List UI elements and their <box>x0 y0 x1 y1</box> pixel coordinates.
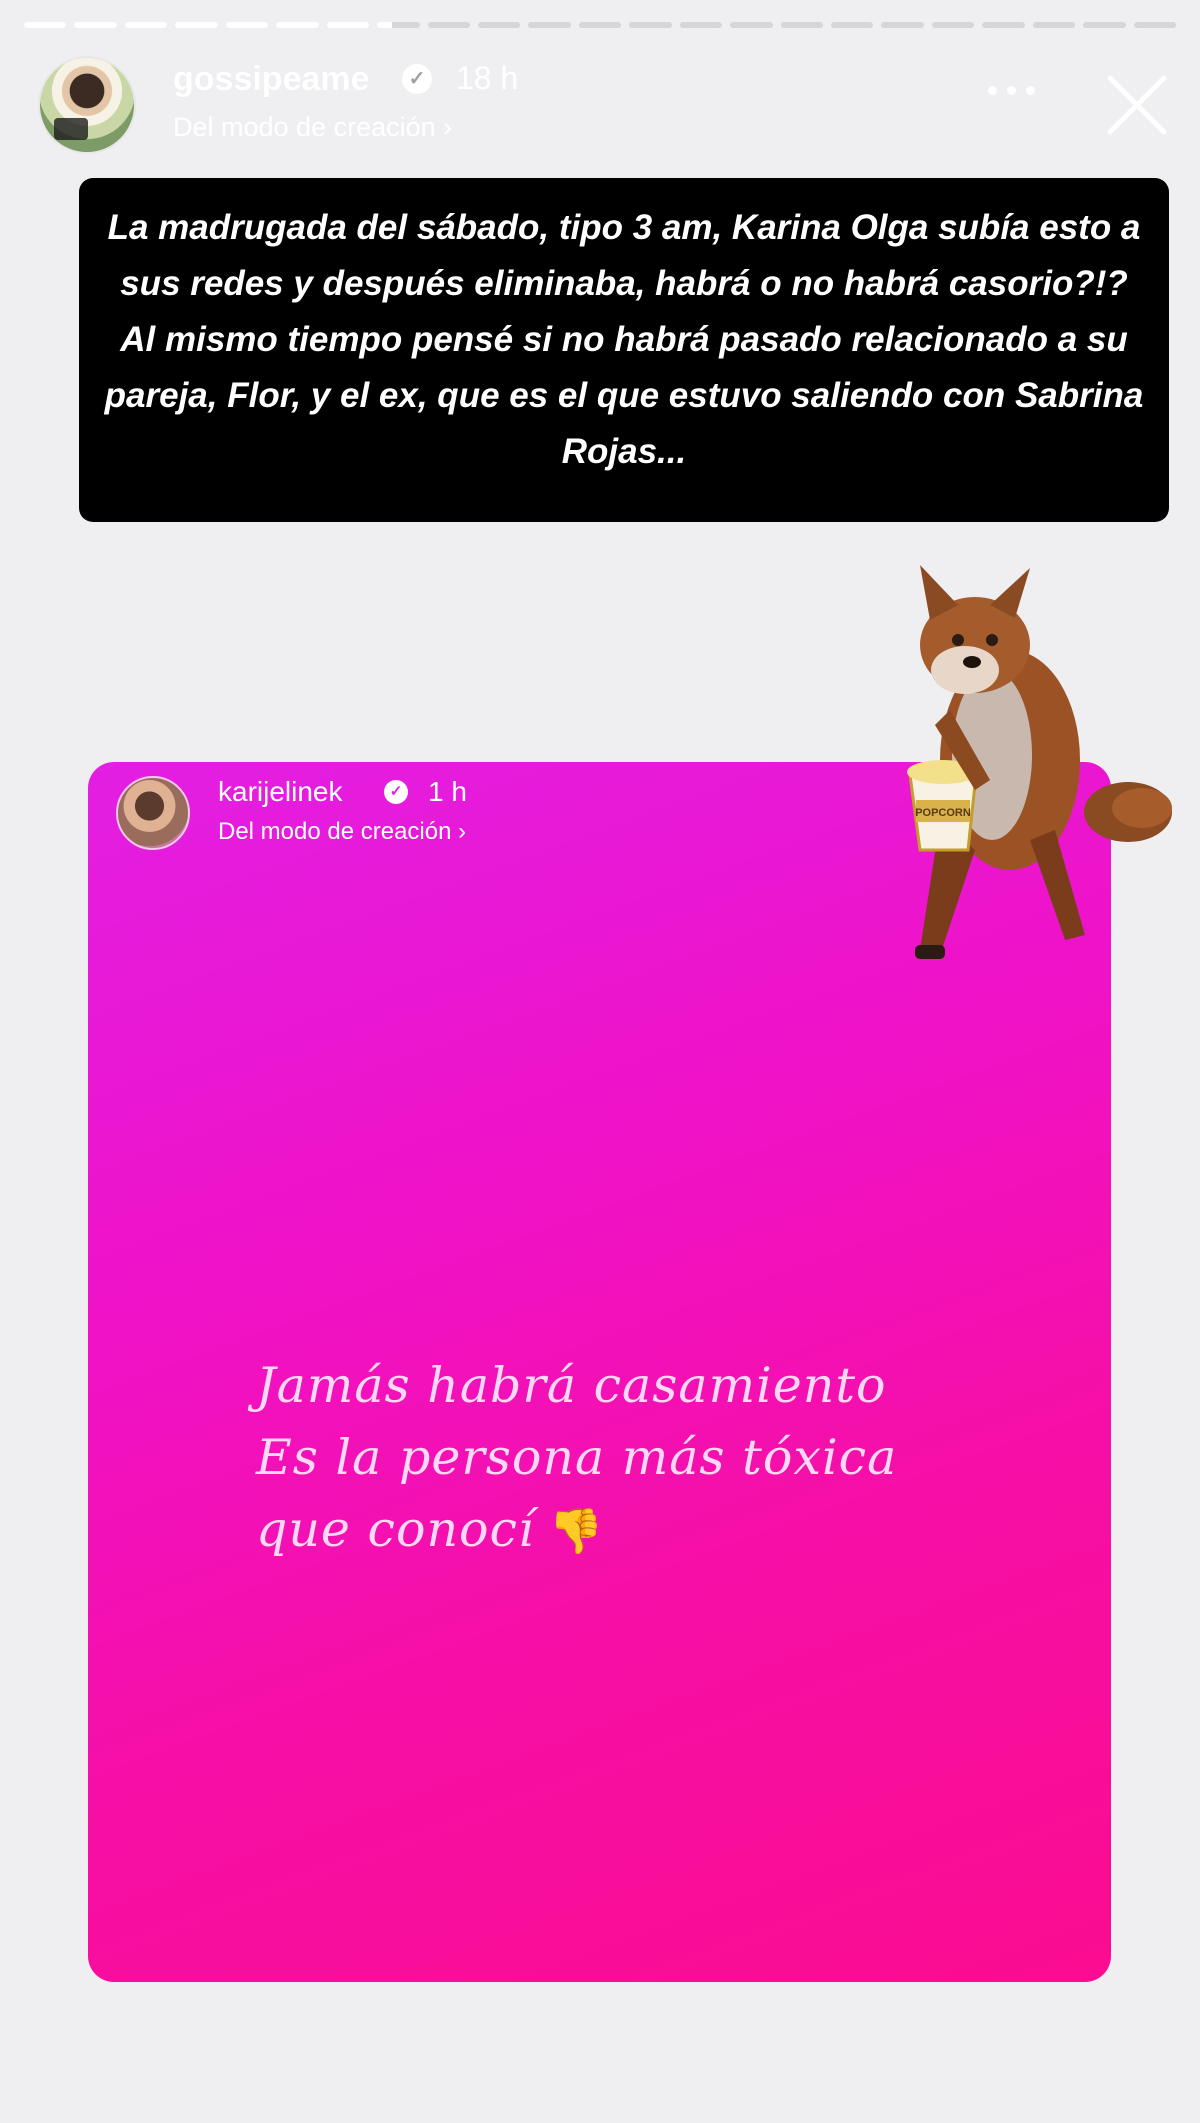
progress-segment <box>730 22 773 28</box>
progress-segment <box>1032 22 1076 28</box>
progress-segment <box>124 22 168 28</box>
progress-segment <box>528 22 571 28</box>
progress-segment <box>1133 22 1177 28</box>
post-line-2: Es la persona más tóxica <box>256 1429 898 1486</box>
embedded-username: karijelinek <box>218 776 343 807</box>
progress-segment <box>629 22 672 28</box>
story-progress-bar <box>24 22 1177 29</box>
post-time: 18 h <box>456 60 519 96</box>
progress-segment <box>982 22 1025 28</box>
progress-segment <box>24 22 67 28</box>
embedded-avatar <box>116 776 190 850</box>
progress-segment <box>74 22 117 28</box>
embedded-time: 1 h <box>428 776 467 807</box>
story-caption: La madrugada del sábado, tipo 3 am, Kari… <box>79 178 1169 522</box>
progress-segment <box>831 22 874 28</box>
progress-segment <box>1083 22 1126 28</box>
popcorn-label: POPCORN <box>915 807 971 819</box>
progress-segment <box>881 22 924 28</box>
creation-mode-label: Del modo de creación <box>173 112 436 142</box>
fox-popcorn-sticker[interactable]: POPCORN <box>880 550 1180 990</box>
progress-segment <box>427 22 470 28</box>
progress-segment <box>225 22 269 28</box>
progress-segment <box>477 22 521 28</box>
progress-segment <box>276 22 319 28</box>
progress-segment <box>326 22 370 28</box>
progress-segment <box>679 22 723 28</box>
embedded-post-text: Jamás habrá casamiento Es la persona más… <box>256 1350 956 1568</box>
chevron-right-icon: › <box>458 818 467 845</box>
username[interactable]: gossipeame <box>173 60 370 99</box>
thumbs-down-icon: 👎 <box>548 1506 605 1557</box>
embedded-creation-mode: Del modo de creación › <box>218 818 466 846</box>
progress-segment <box>578 22 622 28</box>
embedded-creation-mode-label: Del modo de creación <box>218 818 452 845</box>
close-icon[interactable] <box>1104 72 1170 138</box>
progress-segment <box>377 22 420 28</box>
progress-segment <box>175 22 218 28</box>
chevron-right-icon: › <box>443 112 453 142</box>
post-line-1: Jamás habrá casamiento <box>256 1357 887 1414</box>
creation-mode-link[interactable]: Del modo de creación › <box>173 112 452 143</box>
progress-segment <box>931 22 975 28</box>
more-dots-icon[interactable] <box>988 80 1048 100</box>
verified-badge-icon: ✓ <box>402 64 432 94</box>
post-line-3: que conocí <box>256 1501 535 1558</box>
verified-badge-icon: ✓ <box>384 780 408 804</box>
profile-avatar[interactable] <box>38 56 136 154</box>
progress-segment <box>780 22 823 28</box>
